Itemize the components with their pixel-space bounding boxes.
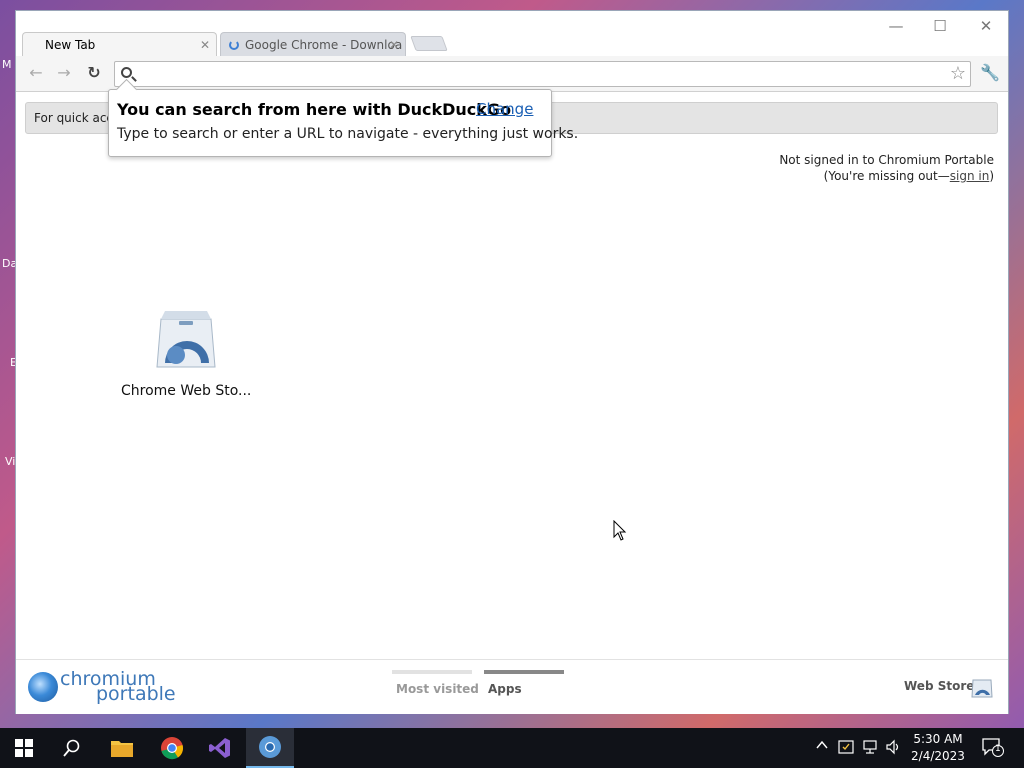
notification-count-badge: 1 [995,744,1001,754]
bubble-title: You can search from here with DuckDuckGo [117,100,512,119]
visual-studio-button[interactable] [196,728,244,768]
reload-button[interactable]: ↻ [82,62,106,84]
forward-button[interactable]: → [52,62,76,84]
back-button[interactable]: ← [24,62,48,84]
sign-in-link[interactable]: sign in [950,169,990,183]
chromium-icon [259,736,281,758]
app-chrome-web-store[interactable]: Chrome Web Sto... [121,301,251,411]
desktop-label: M [2,58,12,71]
chrome-icon [161,737,184,760]
windows-logo-icon [15,739,33,757]
omnibox[interactable]: ☆ [114,61,971,87]
tab-most-visited-indicator[interactable] [392,670,472,674]
tab-close-icon[interactable]: ✕ [389,33,399,56]
tab-apps-indicator[interactable] [484,670,564,674]
action-center-icon[interactable]: 1 [982,737,1004,761]
browser-window: New Tab ✕ Google Chrome - Downloa ✕ — ☐ … [15,10,1009,714]
clock-date: 2/4/2023 [911,749,965,763]
chromium-logo-icon [28,672,58,702]
tab-new-tab[interactable]: New Tab ✕ [22,32,217,56]
tab-apps[interactable]: Apps [488,682,522,696]
tab-title: Google Chrome - Downloa [245,38,403,52]
tab-most-visited[interactable]: Most visited [396,682,479,696]
logo-text: portable [96,683,176,705]
show-hidden-icons-chevron-up-icon[interactable] [816,739,828,755]
omnibox-input[interactable] [141,65,941,83]
chrome-taskbar-button[interactable] [148,728,196,768]
start-button[interactable] [0,728,48,768]
desktop-label: Vi [5,455,16,468]
change-search-engine-link[interactable]: Change [476,100,533,118]
wrench-menu-icon[interactable]: 🔧 [980,63,1000,82]
signin-status: Not signed in to Chromium Portable [779,153,994,167]
taskbar-clock[interactable]: 5:30 AM 2/4/2023 [906,731,970,765]
search-button[interactable] [48,728,96,768]
web-store-bag-icon [151,301,221,371]
tab-chrome-download[interactable]: Google Chrome - Downloa ✕ [220,32,406,56]
security-shield-icon[interactable] [838,739,854,759]
signin-promo: Not signed in to Chromium Portable (You'… [779,152,994,184]
tab-close-icon[interactable]: ✕ [200,33,210,56]
web-store-link[interactable]: Web Store [904,679,974,693]
signin-prefix: (You're missing out— [823,169,950,183]
taskbar: 5:30 AM 2/4/2023 1 [0,728,1024,768]
folder-icon [111,741,133,757]
web-store-icon[interactable] [971,674,993,698]
clock-time: 5:30 AM [913,732,963,746]
ntp-footer: chromium portable Most visited Apps Web … [16,659,1008,714]
search-engine-bubble: You can search from here with DuckDuckGo… [108,89,578,157]
minimize-button[interactable]: — [876,15,916,37]
loading-spinner-icon [229,40,239,50]
signin-suffix: ) [989,169,994,183]
bubble-description: Type to search or enter a URL to navigat… [117,126,579,142]
bookmark-star-icon[interactable]: ☆ [950,63,966,84]
close-button[interactable]: ✕ [966,15,1006,37]
visual-studio-icon [209,738,230,758]
mouse-cursor-icon [613,519,627,546]
search-icon [63,739,80,757]
app-label: Chrome Web Sto... [121,383,252,399]
new-tab-button[interactable] [410,36,448,51]
volume-icon[interactable] [885,739,901,759]
tab-title: New Tab [45,38,96,52]
search-icon [121,67,132,78]
file-explorer-button[interactable] [98,728,146,768]
toolbar: ← → ↻ ☆ 🔧 [16,56,1008,92]
maximize-button[interactable]: ☐ [920,15,960,37]
chromium-portable-taskbar-button[interactable] [246,728,294,768]
signin-missing-out: (You're missing out—sign in) [779,168,994,184]
network-icon[interactable] [862,739,878,759]
